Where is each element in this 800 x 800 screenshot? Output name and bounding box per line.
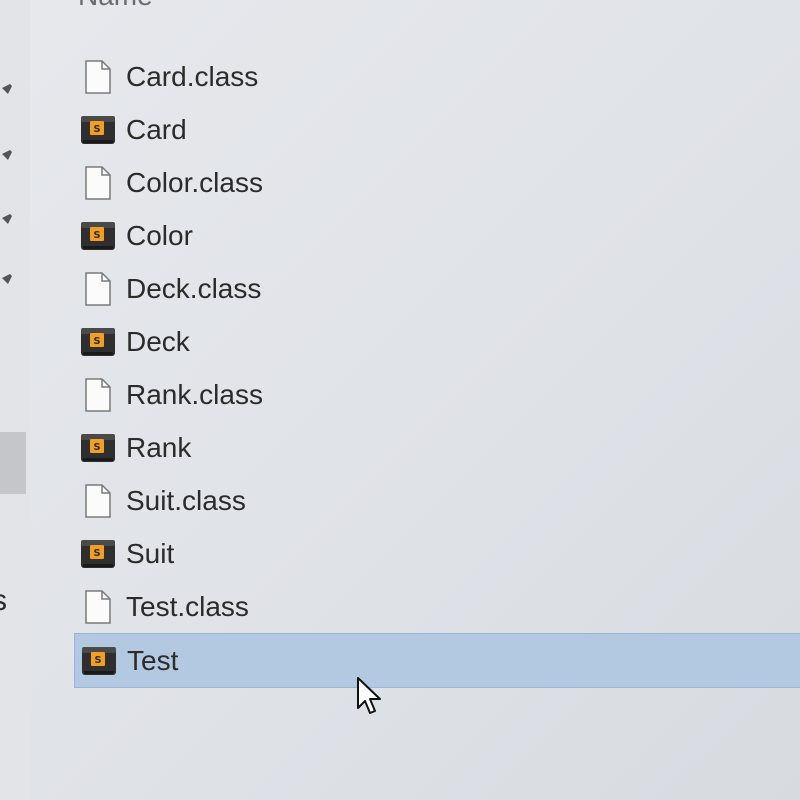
pin-icon[interactable]	[0, 212, 14, 226]
class-file-icon	[78, 163, 118, 203]
file-row[interactable]: S Suit	[74, 527, 800, 580]
svg-text:S: S	[93, 230, 100, 241]
file-row[interactable]: Rank.class	[74, 368, 800, 421]
sublime-file-icon: S	[78, 428, 118, 468]
file-name: Test	[127, 644, 179, 676]
file-list: Card.class S Card Color.class S Color Deck.cla…	[74, 50, 800, 688]
class-file-icon	[78, 481, 118, 521]
file-list-pane: Name Card.class S Card Color.class S Color Dec…	[30, 0, 800, 800]
svg-text:S: S	[93, 548, 100, 559]
name-column-header[interactable]: Name	[78, 0, 153, 12]
nav-item-label[interactable]: s	[0, 584, 7, 618]
file-row[interactable]: Color.class	[74, 156, 800, 209]
class-file-icon	[78, 57, 118, 97]
sublime-file-icon: S	[78, 322, 118, 362]
file-name: Suit	[126, 537, 175, 569]
navigation-pane: s	[0, 0, 30, 800]
sublime-file-icon: S	[78, 534, 118, 574]
mouse-cursor-icon	[357, 677, 381, 714]
class-file-icon	[78, 587, 118, 627]
file-row[interactable]: S Card	[74, 103, 800, 156]
pin-icon[interactable]	[0, 272, 14, 286]
svg-text:S: S	[93, 336, 100, 347]
file-row[interactable]: S Rank	[74, 421, 800, 474]
nav-selected-item[interactable]	[0, 432, 26, 494]
file-row[interactable]: S Color	[74, 209, 800, 262]
file-row[interactable]: Test.class	[74, 580, 800, 633]
file-name: Deck	[126, 325, 190, 357]
file-name: Suit.class	[126, 484, 246, 516]
file-name: Color.class	[126, 166, 263, 198]
file-row[interactable]: Deck.class	[74, 262, 800, 315]
class-file-icon	[78, 269, 118, 309]
file-row[interactable]: S Test	[74, 633, 800, 688]
class-file-icon	[78, 375, 118, 415]
file-name: Test.class	[126, 590, 249, 622]
file-row[interactable]: Card.class	[74, 50, 800, 103]
file-name: Rank.class	[126, 378, 263, 410]
pin-icon[interactable]	[0, 82, 14, 96]
file-name: Color	[126, 219, 193, 251]
file-row[interactable]: Suit.class	[74, 474, 800, 527]
sublime-file-icon: S	[78, 110, 118, 150]
svg-text:S: S	[93, 124, 100, 135]
svg-text:S: S	[94, 655, 101, 666]
file-name: Rank	[126, 431, 192, 463]
file-name: Card	[126, 113, 187, 145]
sublime-file-icon: S	[78, 216, 118, 256]
sublime-file-icon: S	[79, 641, 119, 681]
pin-icon[interactable]	[0, 148, 14, 162]
file-row[interactable]: S Deck	[74, 315, 800, 368]
file-name: Card.class	[126, 60, 259, 92]
svg-text:S: S	[93, 442, 100, 453]
file-name: Deck.class	[126, 272, 262, 304]
